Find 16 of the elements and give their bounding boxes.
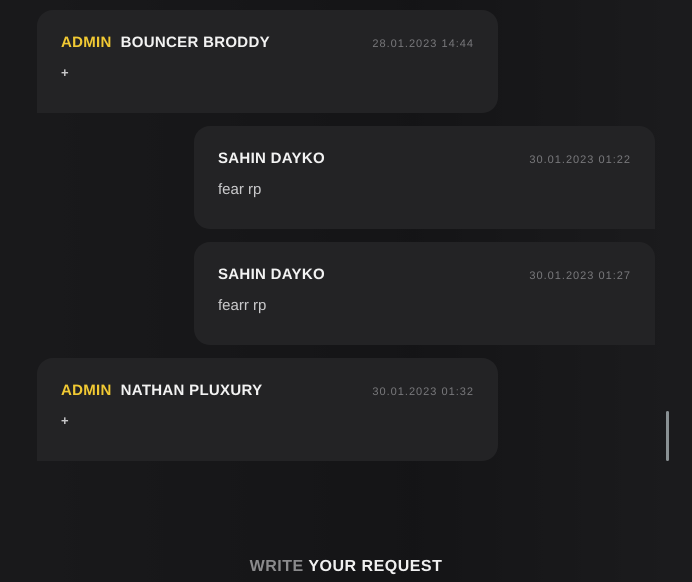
role-label: ADMIN [61, 34, 112, 51]
author-name: SAHIN DAYKO [218, 266, 325, 283]
message-text: fear rp [218, 181, 262, 198]
message-text: + [61, 413, 69, 428]
message-time: 28.01.2023 14:44 [372, 38, 474, 50]
message-time: 30.01.2023 01:22 [529, 154, 631, 166]
scrollbar-thumb[interactable] [666, 411, 669, 461]
author-name: NATHAN PLUXURY [120, 382, 262, 399]
author-name: BOUNCER BRODDY [120, 34, 270, 51]
author-name: SAHIN DAYKO [218, 150, 325, 167]
message-time: 30.01.2023 01:27 [529, 270, 631, 282]
message-text: + [61, 65, 69, 80]
write-request-button[interactable]: WRITE YOUR REQUEST [250, 558, 442, 576]
message-text: fearr rp [218, 297, 266, 314]
message-time: 30.01.2023 01:32 [372, 386, 474, 398]
role-label: ADMIN [61, 382, 112, 399]
